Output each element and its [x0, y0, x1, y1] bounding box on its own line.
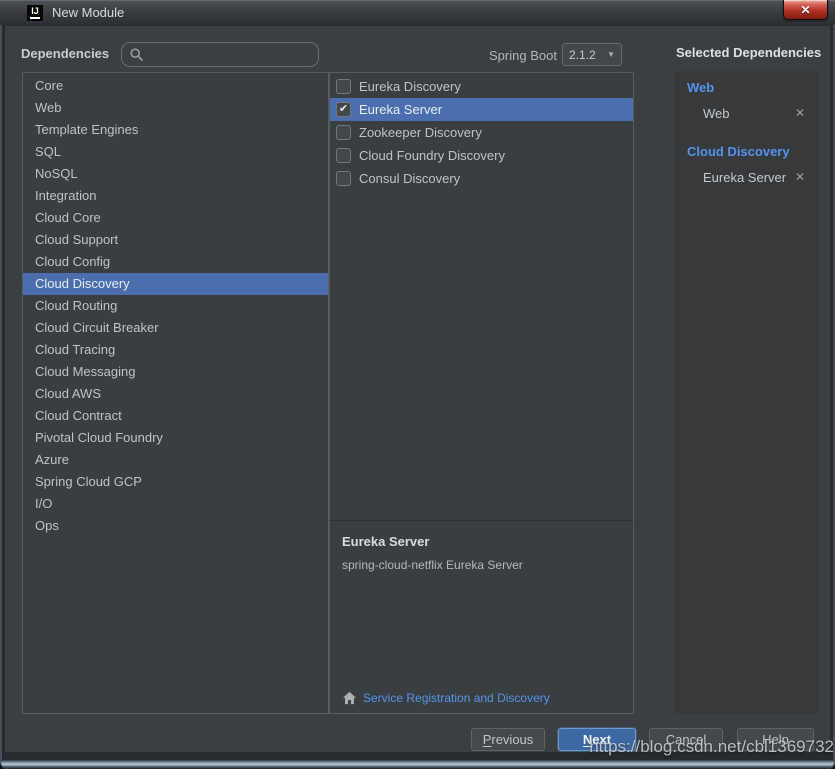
dependency-item-cloud-foundry-discovery[interactable]: Cloud Foundry Discovery: [330, 144, 633, 167]
checkbox-zookeeper-discovery[interactable]: [336, 125, 351, 140]
category-item-cloud-support[interactable]: Cloud Support: [23, 229, 328, 251]
category-item-spring-cloud-gcp[interactable]: Spring Cloud GCP: [23, 471, 328, 493]
detail-description: spring-cloud-netflix Eureka Server: [342, 558, 621, 572]
selected-dependency-label: Web: [703, 106, 730, 121]
previous-button[interactable]: Previous: [471, 728, 545, 751]
dependency-panel: Eureka Discovery ✔ Eureka Server Zookeeper …: [329, 72, 634, 714]
checkbox-eureka-discovery[interactable]: [336, 79, 351, 94]
help-button[interactable]: Help: [737, 728, 814, 751]
selected-dependencies-panel: Web Web ✕ Cloud Discovery Eureka Server ✕: [675, 71, 819, 714]
dependency-label: Consul Discovery: [359, 171, 460, 186]
selected-group-header-web: Web: [675, 71, 819, 100]
intellij-logo-icon: IJ: [27, 5, 43, 21]
category-item-cloud-config[interactable]: Cloud Config: [23, 251, 328, 273]
dependencies-label: Dependencies: [21, 46, 109, 61]
dependency-detail: Eureka Server spring-cloud-netflix Eurek…: [330, 520, 633, 713]
close-button[interactable]: ✕: [783, 0, 828, 20]
checkbox-cloud-foundry-discovery[interactable]: [336, 148, 351, 163]
category-item-sql[interactable]: SQL: [23, 141, 328, 163]
reference-link[interactable]: Service Registration and Discovery: [363, 691, 550, 705]
check-icon: ✔: [339, 104, 348, 115]
new-module-dialog: Dependencies Spring Boot 2.1.2 ▼ Selecte…: [4, 25, 831, 753]
category-item-azure[interactable]: Azure: [23, 449, 328, 471]
remove-icon[interactable]: ✕: [795, 107, 805, 119]
dependency-item-eureka-server[interactable]: ✔ Eureka Server: [330, 98, 633, 121]
detail-link-row: Service Registration and Discovery: [342, 691, 550, 705]
category-item-cloud-contract[interactable]: Cloud Contract: [23, 405, 328, 427]
selected-dependency-web: Web ✕: [675, 100, 819, 126]
dependency-label: Eureka Discovery: [359, 79, 461, 94]
window-bottom-border: [1, 760, 834, 768]
dependency-item-zookeeper-discovery[interactable]: Zookeeper Discovery: [330, 121, 633, 144]
checkbox-checked-eureka-server[interactable]: ✔: [336, 102, 351, 117]
selected-group-header-cloud-discovery: Cloud Discovery: [675, 135, 819, 164]
category-item-cloud-circuit-breaker[interactable]: Cloud Circuit Breaker: [23, 317, 328, 339]
dependency-label: Zookeeper Discovery: [359, 125, 482, 140]
cancel-button[interactable]: Cancel: [649, 728, 723, 751]
close-icon: ✕: [800, 4, 810, 16]
spring-boot-label: Spring Boot: [489, 48, 557, 63]
category-item-pivotal-cloud-foundry[interactable]: Pivotal Cloud Foundry: [23, 427, 328, 449]
search-icon: [129, 47, 144, 62]
category-item-cloud-tracing[interactable]: Cloud Tracing: [23, 339, 328, 361]
spring-boot-version-dropdown[interactable]: 2.1.2 ▼: [562, 43, 622, 66]
category-item-web[interactable]: Web: [23, 97, 328, 119]
category-item-nosql[interactable]: NoSQL: [23, 163, 328, 185]
selected-dependency-eureka-server: Eureka Server ✕: [675, 164, 819, 190]
title-bar[interactable]: IJ New Module ✕: [0, 0, 835, 25]
intellij-logo-text: IJ: [31, 6, 39, 16]
remove-icon[interactable]: ✕: [795, 171, 805, 183]
spring-boot-version-value: 2.1.2: [569, 48, 596, 62]
category-item-cloud-discovery[interactable]: Cloud Discovery: [23, 273, 328, 295]
checkbox-consul-discovery[interactable]: [336, 171, 351, 186]
selected-dependency-label: Eureka Server: [703, 170, 786, 185]
dependency-label: Cloud Foundry Discovery: [359, 148, 505, 163]
next-button[interactable]: Next: [558, 728, 636, 751]
category-item-core[interactable]: Core: [23, 75, 328, 97]
dependency-item-consul-discovery[interactable]: Consul Discovery: [330, 167, 633, 190]
category-item-cloud-messaging[interactable]: Cloud Messaging: [23, 361, 328, 383]
dependency-item-eureka-discovery[interactable]: Eureka Discovery: [330, 75, 633, 98]
category-item-ops[interactable]: Ops: [23, 515, 328, 537]
dependency-label: Eureka Server: [359, 102, 442, 117]
dependency-list: Eureka Discovery ✔ Eureka Server Zookeeper …: [330, 73, 633, 520]
category-list: CoreWebTemplate EnginesSQLNoSQLIntegrati…: [22, 72, 329, 714]
chevron-down-icon: ▼: [607, 50, 615, 59]
search-input[interactable]: [144, 46, 318, 63]
selected-dependencies-label: Selected Dependencies: [676, 45, 821, 60]
detail-title: Eureka Server: [342, 534, 621, 549]
category-item-cloud-core[interactable]: Cloud Core: [23, 207, 328, 229]
category-item-i-o[interactable]: I/O: [23, 493, 328, 515]
category-item-template-engines[interactable]: Template Engines: [23, 119, 328, 141]
category-item-integration[interactable]: Integration: [23, 185, 328, 207]
category-item-cloud-aws[interactable]: Cloud AWS: [23, 383, 328, 405]
window: IJ New Module ✕ Dependencies Spring Boot…: [0, 0, 835, 769]
search-box[interactable]: [121, 42, 319, 67]
category-item-cloud-routing[interactable]: Cloud Routing: [23, 295, 328, 317]
home-icon: [342, 691, 357, 705]
window-title: New Module: [52, 5, 124, 20]
